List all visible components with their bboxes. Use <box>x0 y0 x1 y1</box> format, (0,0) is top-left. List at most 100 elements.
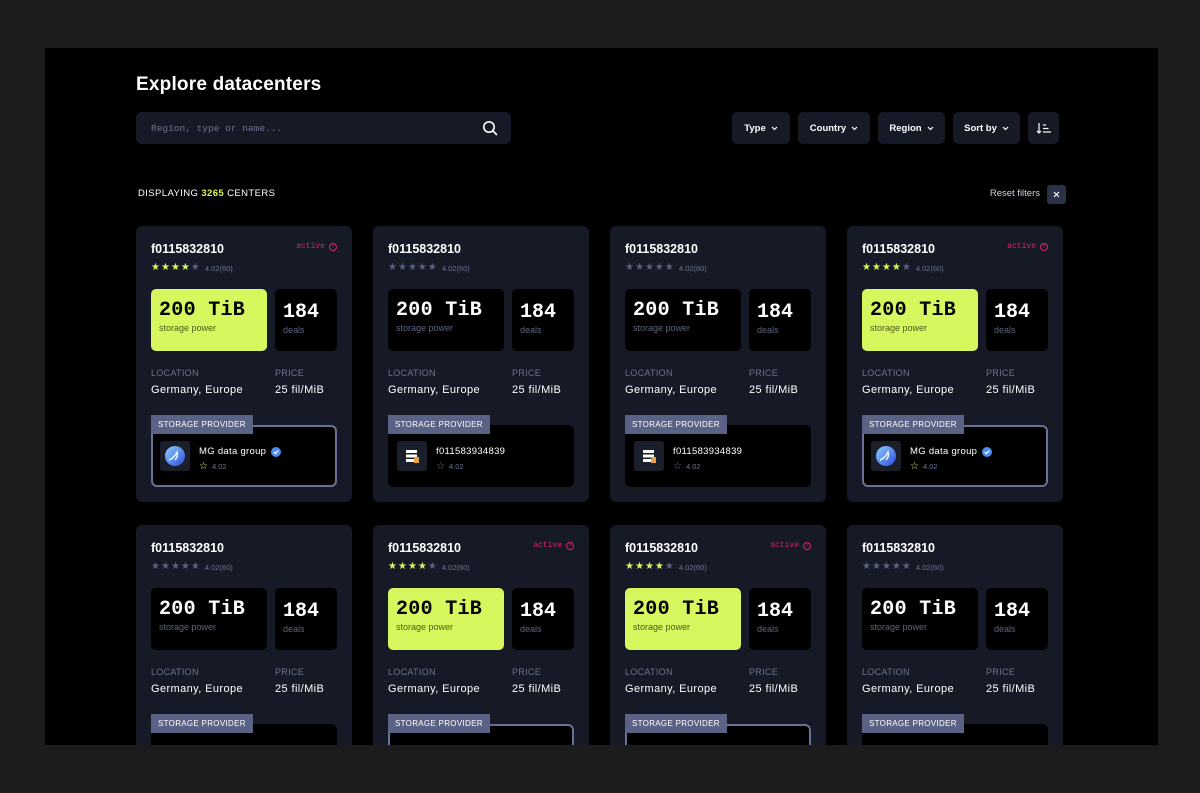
close-icon <box>1053 191 1060 198</box>
sort-by-button[interactable]: Sort by <box>953 112 1020 144</box>
star-rating: ★ ★ ★ ★ ★ <box>862 562 911 572</box>
star-icon: ★ <box>625 262 634 273</box>
storage-power-value: 200 TiB <box>396 598 483 621</box>
star-icon: ★ <box>654 262 664 273</box>
price-label: PRICE <box>275 368 305 378</box>
datacenter-card[interactable]: f0115832810 ★ ★ ★ ★ ★ 4.02(60) 200 TiB storage p… <box>847 525 1063 745</box>
price-value: 25 fil/MiB <box>986 683 1036 695</box>
star-outline-icon: ☆ <box>436 461 445 472</box>
sort-order-button[interactable] <box>1028 112 1059 144</box>
location-value: Germany, Europe <box>862 384 955 396</box>
storage-power-tile: 200 TiB storage power <box>388 588 504 650</box>
star-rating: ★ ★ ★ ★ ★ <box>388 562 437 572</box>
deals-label: deals <box>757 624 779 634</box>
deals-value: 184 <box>283 600 320 623</box>
rating-score: 4.02 <box>678 263 694 273</box>
datacenter-card[interactable]: f0115832810 ★ ★ ★ ★ ★ 4.02(60) 200 TiB storage p… <box>610 226 826 502</box>
storage-provider-box[interactable]: f011583934839 ☆ 4.02 <box>625 425 811 487</box>
deals-value: 184 <box>994 600 1031 623</box>
app-window: Explore datacenters Type Country Region … <box>45 48 1158 745</box>
location-label: LOCATION <box>862 368 910 378</box>
location-label: LOCATION <box>388 368 436 378</box>
deals-tile: 184 deals <box>749 588 811 650</box>
datacenter-card[interactable]: f0115832810 active? ★ ★ ★ ★ ★ 4.02(60) 200 TiB st… <box>373 525 589 745</box>
location-value: Germany, Europe <box>625 683 718 695</box>
status-label: active <box>1007 242 1036 251</box>
datacenter-card[interactable]: f0115832810 ★ ★ ★ ★ ★ 4.02(60) 200 TiB storage p… <box>373 226 589 502</box>
datacenter-id: f0115832810 <box>388 541 461 555</box>
datacenter-card[interactable]: f0115832810 active? ★ ★ ★ ★ ★ 4.02(60) 200 TiB st… <box>136 226 352 502</box>
datacenter-id: f0115832810 <box>862 242 935 256</box>
region-filter-button[interactable]: Region <box>878 112 945 144</box>
deals-value: 184 <box>757 301 794 324</box>
country-filter-label: Country <box>809 122 847 134</box>
datacenter-card[interactable]: f0115832810 active? ★ ★ ★ ★ ★ 4.02(60) 200 TiB st… <box>847 226 1063 502</box>
storage-provider-box[interactable]: MG data group ☆ 4.02 <box>151 425 337 487</box>
star-icon: ★ <box>664 561 674 572</box>
storage-power-value: 200 TiB <box>633 299 720 322</box>
type-filter-label: Type <box>744 122 766 134</box>
help-icon[interactable]: ? <box>329 242 337 251</box>
star-icon: ★ <box>871 561 881 572</box>
storage-power-value: 200 TiB <box>159 299 246 322</box>
search-input[interactable] <box>136 112 456 144</box>
deals-label: deals <box>520 325 542 335</box>
star-icon: ★ <box>862 262 871 273</box>
price-label: PRICE <box>986 368 1016 378</box>
storage-provider-box[interactable]: f011583934839 ☆ 4.02 <box>388 425 574 487</box>
help-icon[interactable]: ? <box>1040 242 1048 251</box>
rating: ★ ★ ★ ★ ★ 4.02(60) <box>388 263 470 273</box>
star-icon: ★ <box>407 561 417 572</box>
star-icon: ★ <box>388 262 397 273</box>
deals-label: deals <box>994 624 1016 634</box>
reset-filters-button[interactable] <box>1047 185 1066 204</box>
price-value: 25 fil/MiB <box>749 384 799 396</box>
help-icon[interactable]: ? <box>566 541 574 550</box>
location-value: Germany, Europe <box>862 683 955 695</box>
datacenter-card[interactable]: f0115832810 active? ★ ★ ★ ★ ★ 4.02(60) 200 TiB st… <box>610 525 826 745</box>
status-badge: active? <box>770 541 811 550</box>
storage-provider-tag: STORAGE PROVIDER <box>388 415 490 434</box>
star-icon: ★ <box>664 262 674 273</box>
star-icon: ★ <box>634 561 644 572</box>
review-count: (60) <box>219 562 233 572</box>
location-label: LOCATION <box>388 667 436 677</box>
review-count: (60) <box>456 562 470 572</box>
star-icon: ★ <box>151 561 160 572</box>
rating-score: 4.02 <box>204 263 220 273</box>
storage-provider-box[interactable]: MG data group ☆ 4.02 <box>862 425 1048 487</box>
datacenter-id: f0115832810 <box>388 242 461 256</box>
rating-score: 4.02 <box>915 562 931 572</box>
country-filter-button[interactable]: Country <box>798 112 870 144</box>
rating-score: 4.02 <box>915 263 931 273</box>
chevron-down-icon <box>771 126 778 130</box>
review-count: (60) <box>693 263 707 273</box>
provider-name-row: MG data group <box>199 446 282 457</box>
star-icon: ★ <box>417 262 427 273</box>
datacenter-card[interactable]: f0115832810 ★ ★ ★ ★ ★ 4.02(60) 200 TiB storage p… <box>136 525 352 745</box>
star-rating: ★ ★ ★ ★ ★ <box>151 263 200 273</box>
page-title: Explore datacenters <box>136 74 322 95</box>
type-filter-button[interactable]: Type <box>732 112 790 144</box>
price-value: 25 fil/MiB <box>512 384 562 396</box>
star-icon: ★ <box>634 262 644 273</box>
star-icon: ★ <box>397 561 407 572</box>
star-icon: ★ <box>190 561 200 572</box>
storage-power-tile: 200 TiB storage power <box>151 588 267 650</box>
rating-value: 4.02(60) <box>442 264 470 273</box>
deals-label: deals <box>520 624 542 634</box>
price-value: 25 fil/MiB <box>512 683 562 695</box>
reset-filters-link[interactable]: Reset filters <box>990 188 1040 199</box>
help-icon[interactable]: ? <box>803 541 811 550</box>
star-icon: ★ <box>625 561 634 572</box>
storage-provider-tag: STORAGE PROVIDER <box>862 714 964 733</box>
results-summary: DISPLAYING 3265 CENTERS <box>138 188 275 199</box>
provider-name-row: f011583934839 <box>673 446 742 457</box>
status-label: active <box>296 242 325 251</box>
deals-value: 184 <box>520 301 557 324</box>
search-icon[interactable] <box>482 120 498 136</box>
storage-provider-tag: STORAGE PROVIDER <box>151 714 253 733</box>
star-outline-icon: ☆ <box>910 461 919 472</box>
price-label: PRICE <box>749 368 779 378</box>
provider-rating-value: 4.02 <box>922 462 938 471</box>
